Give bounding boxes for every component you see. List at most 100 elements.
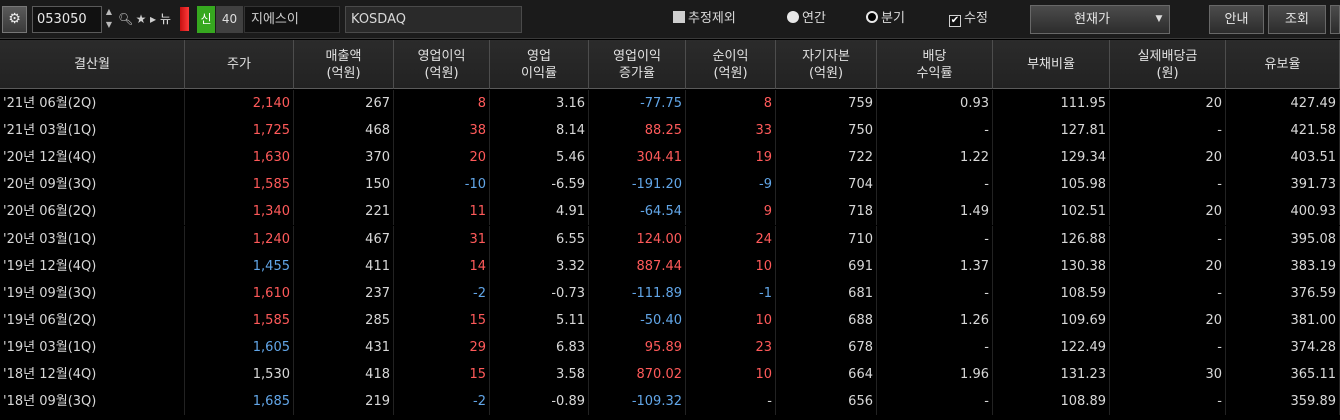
checkmark-icon: ✔ <box>949 15 961 27</box>
table-cell: -10 <box>394 171 490 199</box>
table-cell: 30 <box>1110 361 1226 388</box>
table-cell: '19년 03월(1Q) <box>0 333 185 361</box>
table-cell: 688 <box>776 306 877 334</box>
column-header[interactable]: 주가 <box>185 40 294 89</box>
table-cell: - <box>877 225 993 253</box>
news-button[interactable]: 뉴 <box>160 6 178 33</box>
column-header[interactable]: 실제배당금 (원) <box>1110 40 1226 89</box>
column-header[interactable]: 부채비율 <box>993 40 1110 89</box>
table-cell: -2 <box>394 388 490 416</box>
column-header[interactable]: 배당 수익률 <box>877 40 993 89</box>
table-row[interactable]: '20년 09월(3Q) 1,585 150 -10 -6.59 -191.20 -9 704… <box>0 171 1340 199</box>
margin-rate: 40 <box>216 6 243 33</box>
table-cell: 1,530 <box>185 361 294 388</box>
table-cell: 1,725 <box>185 117 294 145</box>
price-type-select[interactable]: 현재가 ▼ <box>1030 5 1170 34</box>
star-icon[interactable]: ★ <box>134 9 148 29</box>
table-cell: '19년 06월(2Q) <box>0 306 185 334</box>
arrow-right-icon[interactable]: ▸ <box>148 9 158 29</box>
column-header[interactable]: 자기자본 (억원) <box>776 40 877 89</box>
radio-quarter-label: 분기 <box>881 11 905 26</box>
table-row[interactable]: '21년 03월(1Q) 1,725 468 38 8.14 88.25 33 750-127… <box>0 117 1340 145</box>
table-cell: 370 <box>294 144 394 172</box>
table-cell: 403.51 <box>1226 144 1340 172</box>
search-icon[interactable]: 🔍︎ <box>118 9 133 29</box>
table-cell: 678 <box>776 333 877 361</box>
table-header: 결산월 주가 매출액 (억원) 영업이익 (억원) 영업 이익률 영업이익 증가율 순이익 … <box>0 40 1340 89</box>
settings-button[interactable]: ⚙ <box>2 6 27 33</box>
chevron-down-icon: ▼ <box>1155 14 1163 24</box>
spin-down-icon[interactable]: ▼ <box>103 19 115 32</box>
table-cell: 1,340 <box>185 198 294 226</box>
table-row[interactable]: '18년 12월(4Q) 1,530 418 15 3.58 870.02 10 664 1.9… <box>0 361 1340 388</box>
column-header[interactable]: 매출액 (억원) <box>294 40 394 89</box>
table-cell: 20 <box>1110 252 1226 280</box>
table-cell: 111.95 <box>993 90 1110 117</box>
table-row[interactable]: '20년 12월(4Q) 1,630 370 20 5.46 304.41 19 722 1.2… <box>0 144 1340 172</box>
column-header[interactable]: 영업 이익률 <box>490 40 589 89</box>
table-cell: 2,140 <box>185 90 294 117</box>
column-header[interactable]: 영업이익 증가율 <box>589 40 686 89</box>
table-row[interactable]: '19년 06월(2Q) 1,585 285 15 5.11 -50.40 10 688 1.2… <box>0 306 1340 334</box>
table-cell: 122.49 <box>993 333 1110 361</box>
table-cell: -191.20 <box>589 171 686 199</box>
table-cell: 20 <box>1110 144 1226 172</box>
table-cell: -0.89 <box>490 388 589 416</box>
spin-up-icon[interactable]: ▲ <box>103 6 115 19</box>
checkbox-adjusted[interactable]: ✔ 수정 <box>949 10 988 28</box>
stock-code-input[interactable]: 053050 <box>32 6 102 33</box>
table-cell: 102.51 <box>993 198 1110 226</box>
guide-button[interactable]: 안내 <box>1209 5 1264 34</box>
table-cell: 421.58 <box>1226 117 1340 145</box>
table-row[interactable]: '19년 03월(1Q) 1,605 431 29 6.83 95.89 23 678-122… <box>0 333 1340 361</box>
table-cell: -9 <box>686 171 776 199</box>
table-cell: 4.91 <box>490 198 589 226</box>
stock-name: 지에스이 <box>244 6 340 33</box>
column-header[interactable]: 순이익 (억원) <box>686 40 776 89</box>
code-spinner[interactable]: ▲ ▼ <box>103 6 115 33</box>
table-cell: 1,605 <box>185 333 294 361</box>
table-cell: 131.23 <box>993 361 1110 388</box>
table-cell: 691 <box>776 252 877 280</box>
table-cell: 285 <box>294 306 394 334</box>
table-row[interactable]: '20년 03월(1Q) 1,240 467 31 6.55 124.00 24 710-12… <box>0 225 1340 253</box>
table-cell: 718 <box>776 198 877 226</box>
option-exclude-estimate-label: 추정제외 <box>688 11 736 26</box>
table-cell: 221 <box>294 198 394 226</box>
column-header[interactable]: 영업이익 (억원) <box>394 40 490 89</box>
table-cell: 8 <box>394 90 490 117</box>
table-cell: 1,240 <box>185 225 294 253</box>
table-cell: 0.93 <box>877 90 993 117</box>
table-cell: 468 <box>294 117 394 145</box>
table-row[interactable]: '20년 06월(2Q) 1,340 221 11 4.91 -64.54 9 718 1.49… <box>0 198 1340 226</box>
table-cell: -77.75 <box>589 90 686 117</box>
table-cell: '18년 12월(4Q) <box>0 361 185 388</box>
table-cell: - <box>877 279 993 307</box>
table-cell: 304.41 <box>589 144 686 172</box>
table-cell: - <box>1110 388 1226 416</box>
radio-annual[interactable]: 연간 <box>787 10 826 28</box>
table-cell: 19 <box>686 144 776 172</box>
table-cell: 126.88 <box>993 225 1110 253</box>
column-header[interactable]: 결산월 <box>0 40 185 89</box>
table-cell: 3.58 <box>490 361 589 388</box>
table-cell: 722 <box>776 144 877 172</box>
more-button[interactable] <box>1330 5 1340 34</box>
radio-icon <box>866 11 878 23</box>
table-cell: 29 <box>394 333 490 361</box>
table-cell: 219 <box>294 388 394 416</box>
table-cell: 10 <box>686 361 776 388</box>
table-row[interactable]: '19년 09월(3Q) 1,610 237 -2 -0.73 -111.89 -1 681-… <box>0 279 1340 307</box>
table-row[interactable]: '21년 06월(2Q) 2,140 267 8 3.16 -77.75 8 759 0.93 1… <box>0 90 1340 117</box>
radio-quarter[interactable]: 분기 <box>866 10 905 28</box>
table-cell: 1,455 <box>185 252 294 280</box>
option-exclude-estimate[interactable]: 추정제외 <box>673 10 736 28</box>
table-cell: '21년 03월(1Q) <box>0 117 185 145</box>
query-button[interactable]: 조회 <box>1268 5 1326 34</box>
table-row[interactable]: '18년 09월(3Q) 1,685 219 -2 -0.89 -109.32-656-1… <box>0 388 1340 416</box>
table-cell: 31 <box>394 225 490 253</box>
column-header[interactable]: 유보율 <box>1226 40 1340 89</box>
table-cell: '20년 03월(1Q) <box>0 225 185 253</box>
table-cell: 237 <box>294 279 394 307</box>
table-row[interactable]: '19년 12월(4Q) 1,455 411 14 3.32 887.44 10 691 1.3… <box>0 252 1340 280</box>
